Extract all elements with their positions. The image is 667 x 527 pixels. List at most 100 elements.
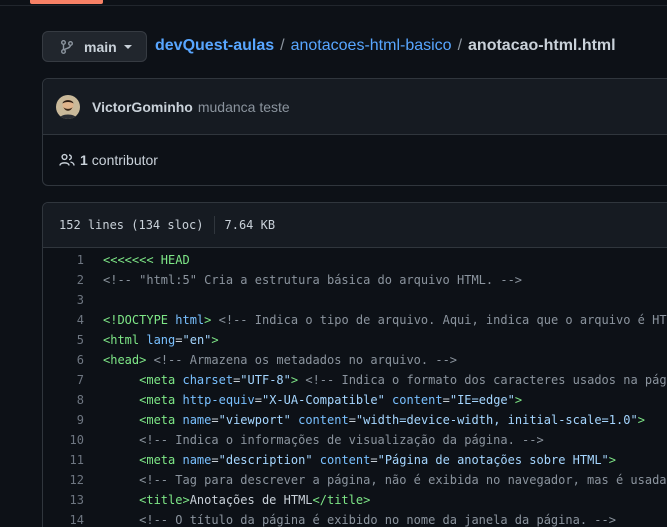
line-number[interactable]: 3 bbox=[43, 293, 84, 307]
code-line: 14 <!-- O título da página é exibido no … bbox=[43, 510, 667, 527]
code-line: 10 <!-- Indica o informações de visualiz… bbox=[43, 430, 667, 450]
commit-author-link[interactable]: VictorGominho bbox=[92, 99, 193, 115]
code-token: = bbox=[442, 393, 450, 407]
code-token: = bbox=[348, 413, 356, 427]
code-token: "X-UA-Compatible" bbox=[261, 393, 385, 407]
line-content: <meta charset="UTF-8"> <!-- Indica o for… bbox=[103, 373, 667, 387]
line-number[interactable]: 5 bbox=[43, 333, 84, 347]
code-token: > bbox=[211, 333, 219, 347]
code-token: lang bbox=[146, 333, 176, 347]
line-content: <html lang="en"> bbox=[103, 333, 219, 347]
line-number[interactable]: 11 bbox=[43, 453, 84, 467]
code-line: 8 <meta http-equiv="X-UA-Compatible" con… bbox=[43, 390, 667, 410]
line-number[interactable]: 14 bbox=[43, 513, 84, 527]
commit-message-link[interactable]: mudanca teste bbox=[198, 99, 290, 115]
line-content: <!-- "html:5" Cria a estrutura básica do… bbox=[103, 273, 522, 287]
line-number[interactable]: 9 bbox=[43, 413, 84, 427]
line-number[interactable]: 1 bbox=[43, 253, 84, 267]
line-content: <title>Anotações de HTML</title> bbox=[103, 493, 370, 507]
code-token: html bbox=[175, 313, 205, 327]
line-content: <meta name="description" content="Página… bbox=[103, 453, 616, 467]
code-line: 6 <head> <!-- Armazena os metadados no ar… bbox=[43, 350, 667, 370]
latest-commit-box: VictorGominho mudanca teste 1 contributo… bbox=[42, 78, 667, 186]
code-line: 9 <meta name="viewport" content="width=d… bbox=[43, 410, 667, 430]
code-token: name bbox=[182, 413, 212, 427]
breadcrumb-folder-link[interactable]: anotacoes-html-basico bbox=[291, 37, 452, 55]
code-line: 4 <!DOCTYPE html> <!-- Indica o tipo de a… bbox=[43, 310, 667, 330]
branch-select-button[interactable]: main bbox=[42, 31, 147, 62]
code-token: = bbox=[211, 413, 219, 427]
code-token: <!-- Indica o formato dos caracteres usa… bbox=[305, 373, 667, 387]
code-token: = bbox=[211, 453, 219, 467]
line-number[interactable]: 13 bbox=[43, 493, 84, 507]
header-divider bbox=[0, 5, 667, 6]
code-token: "UTF-8" bbox=[240, 373, 291, 387]
line-number[interactable]: 10 bbox=[43, 433, 84, 447]
code-token: "viewport" bbox=[218, 413, 291, 427]
code-line: 3 bbox=[43, 290, 667, 310]
code-line: 12 <!-- Tag para descrever a página, não… bbox=[43, 470, 667, 490]
breadcrumb-separator: / bbox=[457, 37, 463, 54]
code-token: > bbox=[514, 393, 523, 407]
code-token: <!-- Indica o tipo de arquivo. Aqui, ind… bbox=[218, 313, 667, 327]
code-token: = bbox=[175, 333, 183, 347]
caret-down-icon bbox=[123, 44, 132, 49]
branch-name: main bbox=[84, 38, 117, 55]
code-token: http-equiv bbox=[182, 393, 255, 407]
code-token: "description" bbox=[218, 453, 313, 467]
line-content: <!-- Indica o informações de visualizaçã… bbox=[103, 433, 544, 447]
file-info-divider bbox=[213, 216, 215, 234]
line-content: <!DOCTYPE html> <!-- Indica o tipo de ar… bbox=[103, 313, 667, 327]
code-token: name bbox=[182, 453, 212, 467]
line-number[interactable]: 4 bbox=[43, 313, 84, 327]
code-token: <html bbox=[103, 333, 147, 347]
code-token: "width=device-width, initial-scale=1.0" bbox=[355, 413, 638, 427]
code-token: content bbox=[392, 393, 443, 407]
line-number[interactable]: 12 bbox=[43, 473, 84, 487]
code-token: <!-- O título da página é exibido no nom… bbox=[139, 513, 616, 527]
code-line: 11 <meta name="description" content="Pág… bbox=[43, 450, 667, 470]
breadcrumb-repo-link[interactable]: devQuest-aulas bbox=[155, 37, 274, 55]
code-token: <title> bbox=[139, 493, 190, 507]
code-token: <!-- Indica o informações de visualizaçã… bbox=[139, 433, 544, 447]
people-icon bbox=[59, 153, 75, 166]
code-line: 13 <title>Anotações de HTML</title> bbox=[43, 490, 667, 510]
avatar[interactable] bbox=[56, 94, 80, 119]
file-info-bar: 152 lines (134 sloc) 7.64 KB bbox=[43, 203, 667, 248]
code-line: 7 <meta charset="UTF-8"> <!-- Indica o f… bbox=[43, 370, 667, 390]
line-content: <!-- O título da página é exibido no nom… bbox=[103, 513, 616, 527]
line-content: <!-- Tag para descrever a página, não é … bbox=[103, 473, 667, 487]
code-line: 2 <!-- "html:5" Cria a estrutura básica d… bbox=[43, 270, 667, 290]
code-token: </title> bbox=[312, 493, 371, 507]
breadcrumb-current-file: anotacao-html.html bbox=[468, 37, 616, 54]
line-content: <<<<<<< HEAD bbox=[103, 253, 190, 267]
line-number[interactable]: 8 bbox=[43, 393, 84, 407]
code-token: <!DOCTYPE bbox=[103, 313, 176, 327]
code-token: <!-- Armazena os metadados no arquivo. -… bbox=[153, 353, 458, 367]
contributors-row[interactable]: 1 contributor bbox=[43, 135, 667, 185]
code-token: <meta bbox=[139, 373, 183, 387]
active-tab-underline bbox=[30, 0, 103, 4]
file-size: 7.64 KB bbox=[224, 218, 276, 232]
code-line: 1 <<<<<<< HEAD bbox=[43, 250, 667, 270]
line-number[interactable]: 2 bbox=[43, 273, 84, 287]
breadcrumb-separator: / bbox=[280, 37, 285, 54]
line-number[interactable]: 6 bbox=[43, 353, 84, 367]
code-token: Anotações de HTML bbox=[189, 493, 313, 507]
line-number[interactable]: 7 bbox=[43, 373, 84, 387]
line-content: <meta name="viewport" content="width=dev… bbox=[103, 413, 645, 427]
code-token: <head> bbox=[103, 353, 147, 367]
code-token: > bbox=[637, 413, 645, 427]
